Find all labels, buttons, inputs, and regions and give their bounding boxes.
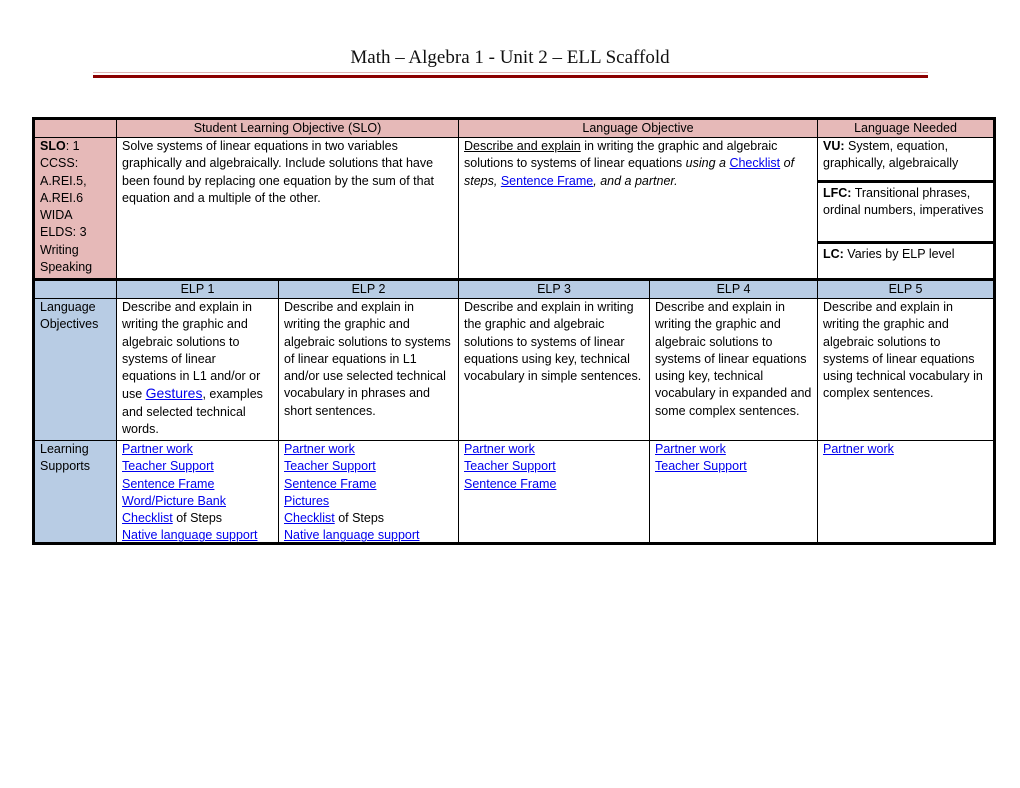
elp-header-blank	[35, 278, 116, 299]
elp4-learning-supports: Partner work Teacher Support	[649, 441, 817, 542]
checklist-link[interactable]: Checklist	[122, 511, 173, 525]
partner-work-link[interactable]: Partner work	[464, 441, 644, 458]
word-picture-bank-link[interactable]: Word/Picture Bank	[122, 493, 273, 510]
partner-work-link[interactable]: Partner work	[655, 441, 812, 458]
language-objective-cell: Describe and explain in writing the grap…	[458, 138, 817, 278]
slo-label: SLO	[40, 139, 66, 153]
describe-explain-text: Describe and explain	[464, 139, 581, 153]
elp-header-1: ELP 1	[116, 278, 278, 299]
header-language-needed: Language Needed	[817, 120, 993, 138]
sentence-frame-link[interactable]: Sentence Frame	[501, 174, 593, 188]
standards-line: CCSS:	[40, 156, 79, 171]
checklist-link[interactable]: Checklist	[284, 511, 335, 525]
vu-label: VU:	[823, 139, 845, 153]
elp4-language-objective: Describe and explain in writing the grap…	[649, 299, 817, 441]
elp5-language-objective: Describe and explain in writing the grap…	[817, 299, 993, 441]
teacher-support-link[interactable]: Teacher Support	[464, 458, 644, 475]
row-label-learning-supports: Learning Supports	[35, 441, 116, 542]
elp1-learning-supports: Partner work Teacher Support Sentence Fr…	[116, 441, 278, 542]
of-steps-text: of Steps	[334, 511, 385, 526]
of-steps-text: of Steps	[172, 511, 223, 526]
header-language-objective: Language Objective	[458, 120, 817, 138]
document-title: Math – Algebra 1 - Unit 2 – ELL Scaffold	[350, 47, 670, 68]
title-rule-thin	[93, 72, 928, 73]
elp2-learning-supports: Partner work Teacher Support Sentence Fr…	[278, 441, 458, 542]
elp-header-4: ELP 4	[649, 278, 817, 299]
slo-text: Solve systems of linear equations in two…	[116, 138, 458, 278]
lfc-label: LFC:	[823, 186, 852, 200]
elp3-language-objective: Describe and explain in writing the grap…	[458, 299, 649, 441]
sentence-frame-link[interactable]: Sentence Frame	[122, 476, 273, 493]
teacher-support-link[interactable]: Teacher Support	[655, 458, 812, 475]
checklist-link[interactable]: Checklist	[729, 156, 780, 170]
elp1-language-objective: Describe and explain in writing the grap…	[116, 299, 278, 441]
elp-header-2: ELP 2	[278, 278, 458, 299]
teacher-support-link[interactable]: Teacher Support	[122, 458, 273, 475]
language-objective-italic: , and a partner.	[593, 173, 678, 188]
standards-line: Speaking	[40, 260, 93, 275]
lc-text: Varies by ELP level	[843, 247, 955, 261]
pictures-link[interactable]: Pictures	[284, 493, 453, 510]
partner-work-link[interactable]: Partner work	[823, 441, 988, 458]
header-blank	[35, 120, 116, 138]
standards-line: A.REI.5,	[40, 173, 87, 188]
elp-header-3: ELP 3	[458, 278, 649, 299]
standards-line: ELDS: 3	[40, 225, 87, 240]
title-rule-thick	[93, 75, 928, 78]
gestures-link[interactable]: Gestures	[146, 385, 203, 401]
elp-header-5: ELP 5	[817, 278, 993, 299]
elp3-learning-supports: Partner work Teacher Support Sentence Fr…	[458, 441, 649, 542]
sentence-frame-link[interactable]: Sentence Frame	[284, 476, 453, 493]
partner-work-link[interactable]: Partner work	[284, 441, 453, 458]
elp5-learning-supports: Partner work	[817, 441, 993, 542]
standards-line: WIDA	[40, 208, 73, 223]
teacher-support-link[interactable]: Teacher Support	[284, 458, 453, 475]
row-label-language-objectives: Language Objectives	[35, 299, 116, 441]
language-objective-italic: using a	[685, 156, 730, 171]
header-slo: Student Learning Objective (SLO)	[116, 120, 458, 138]
lc-label: LC:	[823, 247, 844, 261]
scaffold-table: Student Learning Objective (SLO) Languag…	[32, 117, 996, 545]
sentence-frame-link[interactable]: Sentence Frame	[464, 476, 644, 493]
native-language-support-link[interactable]: Native language support	[122, 527, 273, 544]
slo-value: : 1	[65, 139, 80, 153]
partner-work-link[interactable]: Partner work	[122, 441, 273, 458]
elp2-language-objective: Describe and explain in writing the grap…	[278, 299, 458, 441]
vu-cell: VU: System, equation, graphically, algeb…	[817, 138, 993, 183]
standards-line: A.REI.6	[40, 190, 84, 205]
standards-cell: SLO: 1 CCSS: A.REI.5, A.REI.6 WIDA ELDS:…	[35, 138, 116, 278]
native-language-support-link[interactable]: Native language support	[284, 527, 453, 544]
lc-cell: LC: Varies by ELP level	[817, 244, 993, 278]
lfc-cell: LFC: Transitional phrases, ordinal numbe…	[817, 183, 993, 244]
standards-line: Writing	[40, 242, 79, 257]
